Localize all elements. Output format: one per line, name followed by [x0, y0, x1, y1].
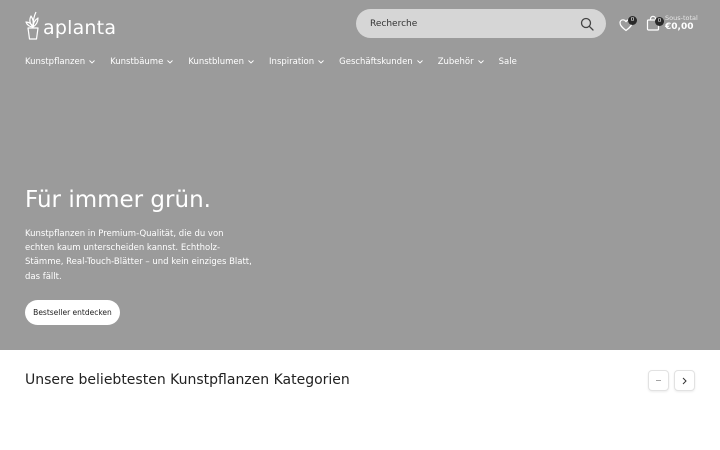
logo[interactable]: aplanta — [25, 8, 116, 40]
nav-item-label: Kunstpflanzen — [25, 57, 86, 67]
minus-icon — [656, 380, 661, 381]
carousel-next-button[interactable] — [674, 370, 695, 391]
nav-item-kunstpflanzen[interactable]: Kunstpflanzen — [25, 57, 95, 67]
hero-description: Kunstpflanzen in Premium-Qualität, die d… — [25, 229, 252, 282]
cart-subtotal-label: Sous-total — [665, 14, 698, 22]
nav-item-label: Sale — [498, 57, 517, 67]
chevron-down-icon — [89, 60, 95, 64]
chevron-down-icon — [248, 60, 254, 64]
bestseller-button[interactable]: Bestseller entdecken — [25, 300, 120, 325]
search-input[interactable] — [370, 18, 580, 29]
carousel-prev-button[interactable] — [648, 370, 669, 391]
nav-item-inspiration[interactable]: Inspiration — [269, 57, 324, 67]
hero-title: Für immer grün. — [25, 187, 211, 213]
wishlist-count-badge: 0 — [628, 16, 637, 25]
nav-item-kunstbaeume[interactable]: Kunstbäume — [110, 57, 174, 67]
hero-section: Für immer grün. Kunstpflanzen in Premium… — [25, 185, 265, 284]
logo-text: aplanta — [43, 17, 117, 39]
cart-summary[interactable]: Sous-total €0,00 — [665, 14, 720, 33]
nav-item-label: Kunstbäume — [110, 57, 164, 67]
chevron-down-icon — [477, 60, 484, 64]
nav-item-geschaeftskunden[interactable]: Geschäftskunden — [339, 57, 423, 67]
site-header: aplanta 0 0 Sous-total €0,00 — [0, 0, 720, 48]
nav-item-label: Kunstblumen — [188, 57, 245, 67]
chevron-down-icon — [318, 60, 324, 64]
wishlist-button[interactable]: 0 — [619, 15, 637, 33]
nav-item-sale[interactable]: Sale — [499, 57, 517, 67]
categories-title: Unsere beliebtesten Kunstpflanzen Katego… — [25, 372, 350, 388]
nav-item-label: Zubehör — [437, 57, 474, 67]
nav-item-zubehoer[interactable]: Zubehör — [438, 57, 484, 67]
nav-item-label: Inspiration — [269, 57, 315, 67]
main-nav: Kunstpflanzen Kunstbäume Kunstblumen Ins… — [25, 56, 532, 68]
cart-button[interactable]: 0 — [646, 12, 664, 32]
plant-logo-icon — [25, 11, 39, 40]
search-icon[interactable] — [580, 17, 594, 31]
search-bar — [356, 9, 606, 38]
cart-subtotal-value: €0,00 — [665, 22, 694, 32]
cart-count-badge: 0 — [655, 17, 664, 26]
nav-item-kunstblumen[interactable]: Kunstblumen — [188, 57, 254, 67]
nav-item-label: Geschäftskunden — [339, 57, 413, 67]
chevron-right-icon — [682, 377, 687, 384]
chevron-down-icon — [167, 60, 174, 64]
hero-background — [0, 0, 720, 350]
chevron-down-icon — [416, 60, 423, 64]
